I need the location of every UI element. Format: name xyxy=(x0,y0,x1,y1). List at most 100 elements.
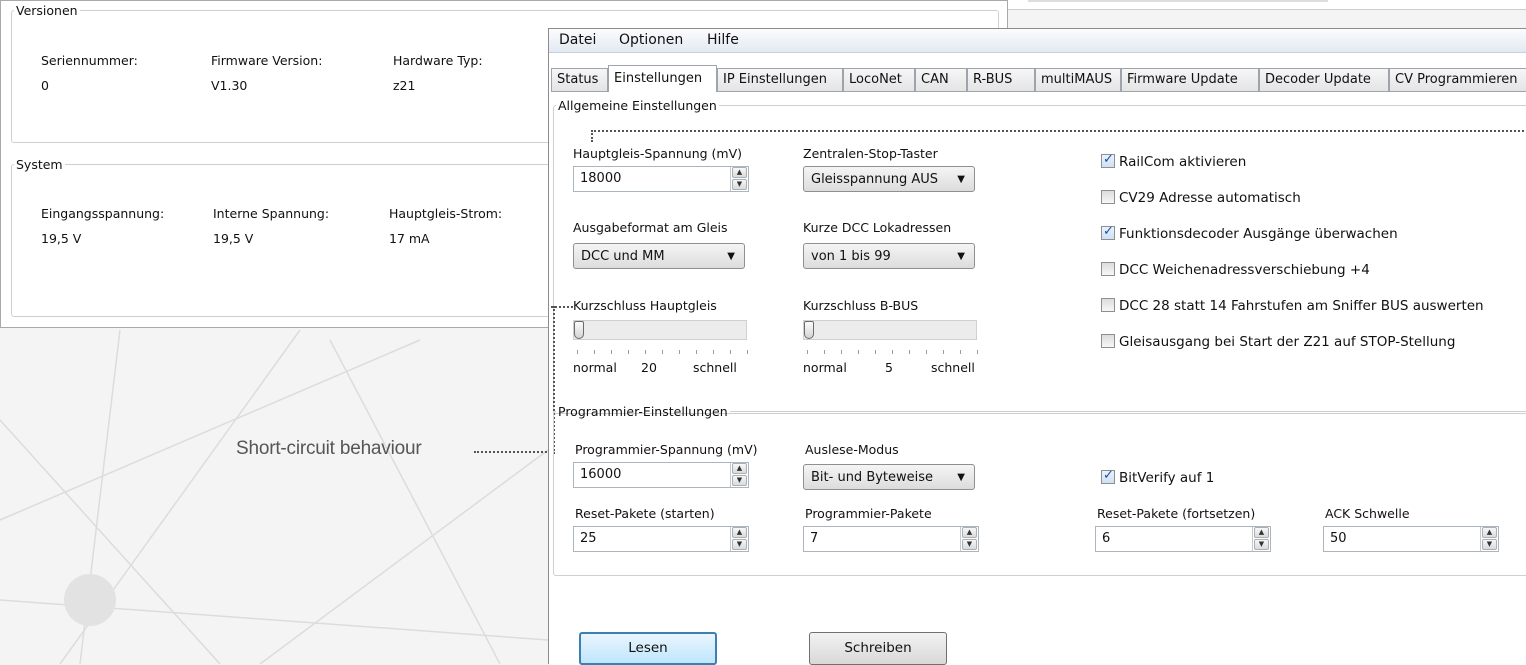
tab-rbus[interactable]: R-BUS xyxy=(967,68,1035,91)
dcc-turnout-shift-checkbox[interactable]: DCC Weichenadressverschiebung +4 xyxy=(1101,262,1370,278)
checkbox-checked-icon[interactable]: ✓ xyxy=(1101,152,1115,168)
checkbox-checked-icon[interactable]: ✓ xyxy=(1101,468,1115,484)
checkbox-checked-icon[interactable]: ✓ xyxy=(1101,224,1115,240)
tab-ip-settings[interactable]: IP Einstellungen xyxy=(717,68,843,91)
read-mode-select[interactable]: Bit- und Byteweise ▼ xyxy=(803,464,975,490)
track-output-stop-checkbox[interactable]: Gleisausgang bei Start der Z21 auf STOP-… xyxy=(1101,334,1455,350)
spin-up-icon[interactable]: ▲ xyxy=(732,167,747,178)
menu-options[interactable]: Optionen xyxy=(617,32,685,48)
short-bbus-max: schnell xyxy=(931,360,975,375)
output-format-label: Ausgabeformat am Gleis xyxy=(573,220,728,235)
callout: Short-circuit behaviour xyxy=(0,0,550,664)
dropdown-arrow-icon: ▼ xyxy=(957,472,965,483)
output-format-value: DCC und MM xyxy=(581,249,665,264)
short-bbus-slider[interactable] xyxy=(803,320,977,340)
tab-firmware-update[interactable]: Firmware Update xyxy=(1121,68,1259,91)
short-bbus-mid: 5 xyxy=(885,360,893,375)
short-main-mid: 20 xyxy=(641,360,657,375)
checkbox-icon[interactable] xyxy=(1101,298,1115,312)
reset-continue-spinner[interactable]: 6 ▲ ▼ xyxy=(1095,526,1271,552)
short-main-thumb[interactable] xyxy=(574,321,584,339)
top-strip-bar xyxy=(1028,0,1328,2)
spin-up-icon[interactable]: ▲ xyxy=(1482,527,1497,538)
dcc28-sniffer-checkbox[interactable]: DCC 28 statt 14 Fahrstufen am Sniffer BU… xyxy=(1101,298,1484,314)
function-decoder-label: Funktionsdecoder Ausgänge überwachen xyxy=(1119,226,1398,242)
tab-cv-programming[interactable]: CV Programmieren xyxy=(1389,68,1526,91)
spin-down-icon[interactable]: ▼ xyxy=(732,475,747,486)
short-bbus-ticks xyxy=(807,350,978,355)
main-voltage-label: Hauptgleis-Spannung (mV) xyxy=(573,146,743,161)
callout-leader-line xyxy=(474,451,550,453)
menu-help[interactable]: Hilfe xyxy=(705,32,741,48)
settings-panel: Allgemeine Einstellungen Hauptgleis-Span… xyxy=(551,91,1526,665)
menu-bar: Datei Optionen Hilfe xyxy=(549,29,1526,53)
main-voltage-spinner[interactable]: 18000 ▲ ▼ xyxy=(573,166,749,192)
short-dcc-value: von 1 bis 99 xyxy=(811,249,891,264)
prog-packets-spinner[interactable]: 7 ▲ ▼ xyxy=(803,526,979,552)
tab-bar: Status Einstellungen IP Einstellungen Lo… xyxy=(549,65,1526,92)
tab-can[interactable]: CAN xyxy=(915,68,967,91)
annotation-dotted-line xyxy=(591,130,1526,132)
general-settings-title: Allgemeine Einstellungen xyxy=(558,98,717,113)
dcc-turnout-shift-label: DCC Weichenadressverschiebung +4 xyxy=(1119,262,1370,278)
stop-button-value: Gleisspannung AUS xyxy=(811,172,939,187)
ack-threshold-spinner[interactable]: 50 ▲ ▼ xyxy=(1323,526,1499,552)
function-decoder-checkbox[interactable]: ✓ Funktionsdecoder Ausgänge überwachen xyxy=(1101,224,1398,242)
read-button-label: Lesen xyxy=(628,640,668,656)
output-format-select[interactable]: DCC und MM ▼ xyxy=(573,243,745,269)
dropdown-arrow-icon: ▼ xyxy=(957,174,965,185)
tab-multimaus[interactable]: multiMAUS xyxy=(1035,68,1121,91)
short-bbus-min: normal xyxy=(803,360,847,375)
checkbox-icon[interactable] xyxy=(1101,190,1115,204)
tab-loconet[interactable]: LocoNet xyxy=(843,68,915,91)
tab-decoder-update[interactable]: Decoder Update xyxy=(1259,68,1389,91)
railcom-label: RailCom aktivieren xyxy=(1119,154,1247,170)
spin-down-icon[interactable]: ▼ xyxy=(962,539,977,550)
ack-threshold-value: 50 xyxy=(1330,531,1347,546)
prog-voltage-label: Programmier-Spannung (mV) xyxy=(575,442,758,457)
short-dcc-label: Kurze DCC Lokadressen xyxy=(803,220,952,235)
dcc28-sniffer-label: DCC 28 statt 14 Fahrstufen am Sniffer BU… xyxy=(1119,298,1484,314)
cv29-checkbox[interactable]: CV29 Adresse automatisch xyxy=(1101,190,1301,206)
short-bbus-label: Kurzschluss B-BUS xyxy=(803,298,919,313)
checkbox-icon[interactable] xyxy=(1101,262,1115,276)
dropdown-arrow-icon: ▼ xyxy=(727,251,735,262)
write-button-label: Schreiben xyxy=(844,640,912,656)
prog-voltage-value: 16000 xyxy=(580,467,622,482)
spin-up-icon[interactable]: ▲ xyxy=(732,463,747,474)
spin-down-icon[interactable]: ▼ xyxy=(732,539,747,550)
short-bbus-thumb[interactable] xyxy=(804,321,814,339)
tab-settings[interactable]: Einstellungen xyxy=(608,65,717,92)
main-voltage-value: 18000 xyxy=(580,171,622,186)
programming-settings-title: Programmier-Einstellungen xyxy=(558,404,728,419)
spin-down-icon[interactable]: ▼ xyxy=(1254,539,1269,550)
ack-threshold-label: ACK Schwelle xyxy=(1325,506,1410,521)
reset-continue-value: 6 xyxy=(1102,531,1111,546)
bitverify-checkbox[interactable]: ✓ BitVerify auf 1 xyxy=(1101,468,1215,486)
spin-down-icon[interactable]: ▼ xyxy=(732,179,747,190)
stop-button-select[interactable]: Gleisspannung AUS ▼ xyxy=(803,166,975,192)
reset-continue-label: Reset-Pakete (fortsetzen) xyxy=(1097,506,1256,521)
prog-voltage-spinner[interactable]: 16000 ▲ ▼ xyxy=(573,462,749,488)
railcom-checkbox[interactable]: ✓ RailCom aktivieren xyxy=(1101,152,1247,170)
write-button[interactable]: Schreiben xyxy=(809,632,947,665)
annotation-dotted-line-v xyxy=(591,130,593,142)
spin-up-icon[interactable]: ▲ xyxy=(962,527,977,538)
dropdown-arrow-icon: ▼ xyxy=(957,251,965,262)
read-button[interactable]: Lesen xyxy=(579,632,717,665)
spin-up-icon[interactable]: ▲ xyxy=(1254,527,1269,538)
prog-packets-value: 7 xyxy=(810,531,819,546)
short-main-label: Kurzschluss Hauptgleis xyxy=(573,298,717,313)
spin-up-icon[interactable]: ▲ xyxy=(732,527,747,538)
bitverify-label: BitVerify auf 1 xyxy=(1119,470,1215,486)
spin-down-icon[interactable]: ▼ xyxy=(1482,539,1497,550)
tab-status[interactable]: Status xyxy=(551,68,608,91)
reset-start-spinner[interactable]: 25 ▲ ▼ xyxy=(573,526,749,552)
prog-packets-label: Programmier-Pakete xyxy=(805,506,932,521)
short-dcc-select[interactable]: von 1 bis 99 ▼ xyxy=(803,243,975,269)
reset-start-label: Reset-Pakete (starten) xyxy=(575,506,715,521)
short-main-slider[interactable] xyxy=(573,320,747,340)
cv29-label: CV29 Adresse automatisch xyxy=(1119,190,1301,206)
menu-file[interactable]: Datei xyxy=(557,32,598,48)
checkbox-icon[interactable] xyxy=(1101,334,1115,348)
